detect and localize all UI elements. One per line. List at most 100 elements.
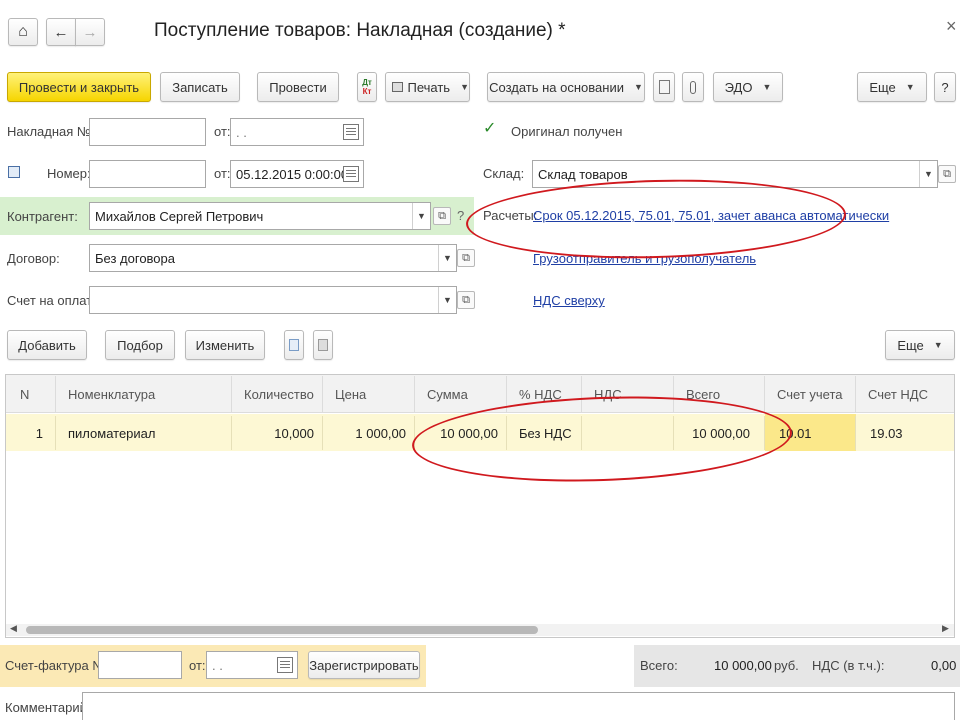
open-contract-button[interactable]: ⧉ — [457, 249, 475, 267]
paperclip-icon — [690, 80, 696, 94]
chevron-down-icon: ▼ — [905, 82, 915, 92]
table-more-button[interactable]: Еще ▼ — [885, 330, 955, 360]
invoice-number-label: Накладная №: — [7, 124, 95, 139]
dtkt-button[interactable]: Дт Кт — [357, 72, 377, 102]
create-based-on-label: Создать на основании — [489, 79, 624, 95]
window-title: Поступление товаров: Накладная (создание… — [154, 20, 566, 41]
date-from-label: от: — [214, 166, 231, 181]
warehouse-label: Склад: — [483, 166, 525, 181]
column-header-item[interactable]: Номенклатура — [56, 376, 232, 412]
column-header-qty[interactable]: Количество — [232, 376, 323, 412]
column-header-n[interactable]: N — [6, 376, 56, 412]
column-header-vat-account[interactable]: Счет НДС — [856, 376, 954, 412]
close-icon[interactable]: × — [946, 16, 957, 37]
open-warehouse-button[interactable]: ⧉ — [938, 165, 956, 183]
scroll-right-icon[interactable]: ▶ — [942, 623, 949, 634]
invoice-date-value: . . — [236, 124, 247, 140]
cell-price: 1 000,00 — [323, 416, 415, 450]
document-report-button[interactable] — [653, 72, 675, 102]
total-label: Всего: — [640, 658, 678, 673]
number-label: Номер: — [47, 166, 91, 181]
contract-field[interactable]: Без договора ▼ — [89, 244, 457, 272]
forward-button[interactable]: → — [75, 18, 105, 46]
column-header-sum[interactable]: Сумма — [415, 376, 507, 412]
more-button[interactable]: Еще ▼ — [857, 72, 927, 102]
invoice-footer-label: Счет-фактура №: — [5, 658, 110, 673]
contract-label: Договор: — [7, 251, 60, 266]
chevron-down-icon[interactable]: ▼ — [919, 161, 937, 187]
cell-qty: 10,000 — [232, 416, 323, 450]
help-button[interactable]: ? — [934, 72, 956, 102]
edo-label: ЭДО — [724, 79, 753, 95]
number-field[interactable] — [89, 160, 206, 188]
column-header-price[interactable]: Цена — [323, 376, 415, 412]
back-button[interactable]: ← — [46, 18, 76, 46]
add-row-button[interactable]: Добавить — [7, 330, 87, 360]
copy-icon — [289, 339, 299, 351]
chevron-down-icon: ▼ — [633, 82, 643, 92]
chevron-down-icon[interactable]: ▼ — [438, 287, 456, 313]
cell-item: пиломатериал — [56, 416, 232, 450]
table-more-label: Еще — [897, 337, 924, 353]
paste-row-button[interactable] — [313, 330, 333, 360]
calendar-icon[interactable] — [277, 657, 293, 673]
chevron-down-icon[interactable]: ▼ — [438, 245, 456, 271]
column-header-account[interactable]: Счет учета — [765, 376, 856, 412]
invoice-footer-number-field[interactable] — [98, 651, 182, 679]
home-button[interactable]: ⌂ — [8, 18, 38, 46]
counterparty-label: Контрагент: — [7, 209, 78, 224]
open-payment-invoice-button[interactable]: ⧉ — [457, 291, 475, 309]
calendar-icon[interactable] — [343, 124, 359, 140]
date-value: 05.12.2015 0:00:00 — [236, 166, 349, 182]
calendar-icon[interactable] — [343, 166, 359, 182]
vat-on-top-link[interactable]: НДС сверху — [533, 293, 605, 308]
attach-button[interactable] — [682, 72, 704, 102]
edit-button[interactable]: Изменить — [185, 330, 265, 360]
date-field[interactable]: 05.12.2015 0:00:00 — [230, 160, 364, 188]
comment-label: Комментарий: — [5, 700, 91, 715]
open-counterparty-button[interactable]: ⧉ — [433, 207, 451, 225]
currency-label: руб. — [774, 658, 799, 673]
post-and-close-button[interactable]: Провести и закрыть — [7, 72, 151, 102]
invoice-date-field[interactable]: . . — [230, 118, 364, 146]
register-button[interactable]: Зарегистрировать — [308, 651, 420, 679]
invoice-footer-date-value: . . — [212, 657, 223, 673]
save-button[interactable]: Записать — [160, 72, 240, 102]
chevron-down-icon[interactable]: ▼ — [412, 203, 430, 229]
vat-total-value: 0,00 — [931, 658, 957, 673]
cell-vat-account: 19.03 — [870, 425, 903, 441]
annotation-ellipse-settlements — [465, 175, 847, 263]
post-button[interactable]: Провести — [257, 72, 339, 102]
print-button[interactable]: Печать ▼ — [385, 72, 470, 102]
invoice-footer-date-field[interactable]: . . — [206, 651, 298, 679]
back-arrow-icon: ← — [53, 23, 69, 41]
warehouse-value: Склад товаров — [538, 166, 628, 182]
scrollbar-thumb[interactable] — [26, 626, 538, 634]
counterparty-field[interactable]: Михайлов Сергей Петрович ▼ — [89, 202, 431, 230]
more-label: Еще — [869, 79, 896, 95]
forward-arrow-icon: → — [82, 23, 98, 41]
invoice-date-from-label: от: — [214, 124, 231, 139]
document-list-icon[interactable] — [8, 166, 20, 178]
invoice-footer-from-label: от: — [189, 658, 206, 673]
dt-icon-label: Дт — [362, 78, 372, 87]
document-icon — [658, 80, 670, 94]
create-based-on-button[interactable]: Создать на основании ▼ — [487, 72, 645, 102]
original-received-checkbox[interactable]: ✓ — [483, 121, 498, 137]
scroll-left-icon[interactable]: ◀ — [10, 623, 17, 634]
chevron-down-icon: ▼ — [933, 340, 943, 350]
cell-n: 1 — [6, 416, 56, 450]
total-value: 10 000,00 — [714, 658, 772, 673]
payment-invoice-field[interactable]: ▼ — [89, 286, 457, 314]
vat-total-label: НДС (в т.ч.): — [812, 658, 885, 673]
comment-field[interactable] — [82, 692, 955, 720]
chevron-down-icon: ▼ — [460, 82, 469, 92]
pick-button[interactable]: Подбор — [105, 330, 175, 360]
counterparty-help-icon[interactable]: ? — [457, 208, 464, 223]
edo-button[interactable]: ЭДО ▼ — [713, 72, 783, 102]
invoice-number-field[interactable] — [89, 118, 206, 146]
printer-icon — [392, 82, 404, 92]
copy-row-button[interactable] — [284, 330, 304, 360]
print-label: Печать — [407, 79, 451, 95]
counterparty-value: Михайлов Сергей Петрович — [95, 208, 264, 224]
